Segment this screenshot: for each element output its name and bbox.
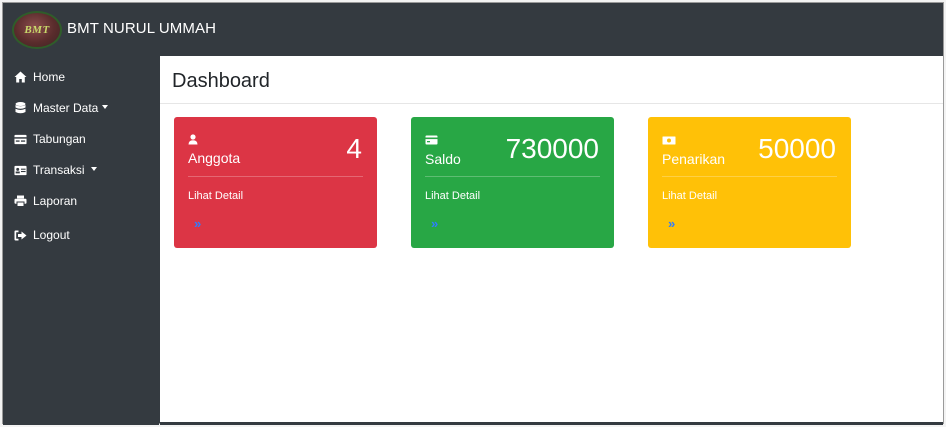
double-chevron-right-icon[interactable]: » <box>668 216 675 231</box>
card-detail-link[interactable]: Lihat Detail <box>662 190 717 202</box>
card-label: Penarikan <box>662 151 726 167</box>
title-divider <box>160 103 943 104</box>
main-content: Dashboard Anggota 4 Lihat Detail » Saldo… <box>160 56 943 422</box>
sidebar-item-laporan[interactable]: Laporan <box>14 194 77 208</box>
card-label: Anggota <box>188 150 241 166</box>
card-penarikan: Penarikan 50000 Lihat Detail » <box>648 117 851 248</box>
card-saldo: Saldo 730000 Lihat Detail » <box>411 117 614 248</box>
sidebar-item-label: Laporan <box>33 194 78 208</box>
app-window: BMT BMT NURUL UMMAH Home Master Data Tab… <box>2 2 944 425</box>
card-value: 4 <box>346 133 362 164</box>
card-divider <box>662 176 837 177</box>
sign-out-icon <box>14 229 27 241</box>
card-value: 730000 <box>505 133 599 164</box>
database-icon <box>14 102 27 114</box>
sidebar-item-label: Logout <box>33 228 70 242</box>
print-icon <box>14 195 27 207</box>
top-navbar: BMT BMT NURUL UMMAH <box>3 3 943 56</box>
card-detail-link[interactable]: Lihat Detail <box>425 190 480 202</box>
card-divider <box>188 176 363 177</box>
brand-logo[interactable]: BMT <box>12 11 62 49</box>
user-icon <box>188 132 198 150</box>
card-divider <box>425 176 600 177</box>
sidebar-item-label: Master Data <box>33 101 99 115</box>
bottom-border <box>160 422 943 425</box>
double-chevron-right-icon[interactable]: » <box>194 216 201 231</box>
chevron-down-icon <box>102 105 109 109</box>
sidebar-item-label: Tabungan <box>33 132 86 146</box>
screenshot-frame: BMT BMT NURUL UMMAH Home Master Data Tab… <box>0 0 946 427</box>
card-detail-link[interactable]: Lihat Detail <box>188 190 243 202</box>
card-value: 50000 <box>758 133 836 164</box>
sidebar-item-tabungan[interactable]: Tabungan <box>14 132 86 146</box>
sidebar-item-home[interactable]: Home <box>14 70 65 84</box>
card-label: Saldo <box>425 151 461 167</box>
brand-logo-text: BMT <box>24 24 50 36</box>
sidebar-item-label: Transaksi <box>33 163 85 177</box>
card-icon <box>14 133 27 145</box>
sidebar-item-logout[interactable]: Logout <box>14 228 70 242</box>
home-icon <box>14 71 27 83</box>
brand-title[interactable]: BMT NURUL UMMAH <box>67 20 216 37</box>
sidebar: Home Master Data Tabungan Transaksi Lapo… <box>3 56 159 425</box>
sidebar-item-label: Home <box>33 70 66 84</box>
page-title: Dashboard <box>172 70 270 92</box>
sidebar-item-transaksi[interactable]: Transaksi <box>14 163 97 177</box>
credit-card-icon <box>425 132 438 150</box>
sidebar-item-master-data[interactable]: Master Data <box>14 101 109 115</box>
chevron-down-icon <box>90 167 97 171</box>
card-anggota: Anggota 4 Lihat Detail » <box>174 117 377 248</box>
double-chevron-right-icon[interactable]: » <box>431 216 438 231</box>
money-bill-icon <box>662 132 676 150</box>
id-card-icon <box>14 164 27 176</box>
